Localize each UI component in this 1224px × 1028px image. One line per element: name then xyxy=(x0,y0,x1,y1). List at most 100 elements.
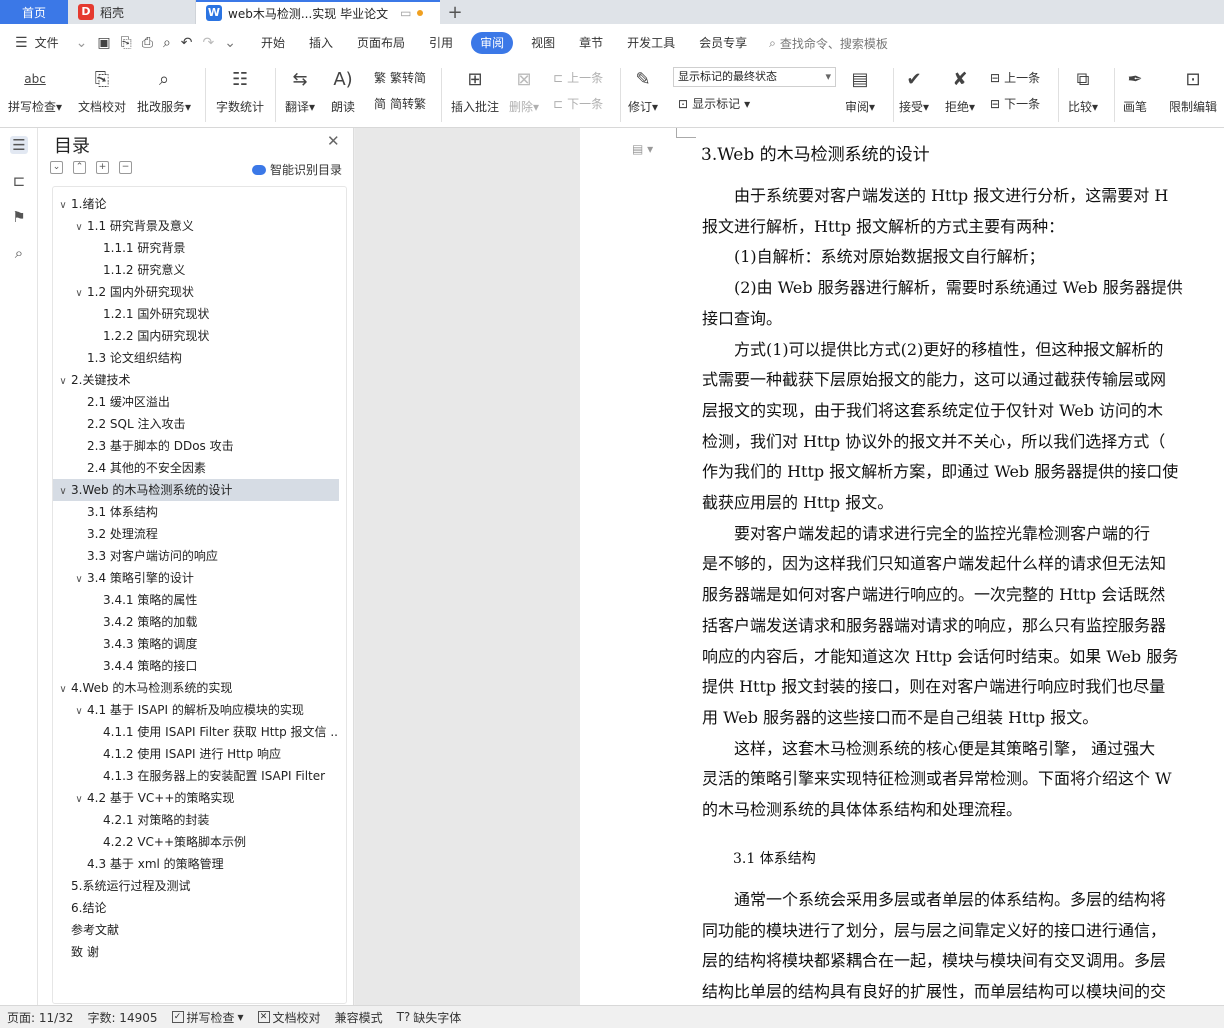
add-item-icon[interactable]: + xyxy=(96,161,109,174)
toc-item[interactable]: 3.4.4 策略的接口 xyxy=(53,655,339,677)
toc-item[interactable]: 2.2 SQL 注入攻击 xyxy=(53,413,339,435)
toc-item[interactable]: 4.1.2 使用 ISAPI 进行 Http 响应 xyxy=(53,743,339,765)
bookmark-icon[interactable]: ⚑ xyxy=(10,208,28,226)
monitor-icon[interactable]: ▭ xyxy=(400,6,411,20)
command-search[interactable]: ⌕ 查找命令、搜索模板 xyxy=(769,35,888,52)
redo-icon[interactable]: ↷ xyxy=(198,35,220,51)
toc-item[interactable]: ∨ 1.绪论 xyxy=(53,193,339,215)
word-count-indicator[interactable]: 字数: 14905 xyxy=(80,1009,164,1026)
toc-item[interactable]: ∨ 4.2 基于 VC++的策略实现 xyxy=(53,787,339,809)
toc-item[interactable]: 3.4.3 策略的调度 xyxy=(53,633,339,655)
expand-chevron-icon[interactable]: ∨ xyxy=(73,789,85,809)
toc-item[interactable]: 2.1 缓冲区溢出 xyxy=(53,391,339,413)
insert-comment-button[interactable]: ⊞ 插入批注 xyxy=(451,64,499,115)
next-change-button[interactable]: ⊟ 下一条 xyxy=(990,95,1040,112)
prev-comment-button[interactable]: ⊏ 上一条 xyxy=(553,69,603,86)
accept-button[interactable]: ✔ 接受▾ xyxy=(899,64,929,115)
reject-button[interactable]: ✘ 拒绝▾ xyxy=(945,64,975,115)
tab-home[interactable]: 首页 xyxy=(0,0,68,24)
remove-item-icon[interactable]: − xyxy=(119,161,132,174)
expand-chevron-icon[interactable]: ∨ xyxy=(57,371,69,391)
next-comment-button[interactable]: ⊏ 下一条 xyxy=(553,95,603,112)
expand-chevron-icon[interactable]: ∨ xyxy=(57,679,69,699)
menu-chapter[interactable]: 章节 xyxy=(567,32,615,54)
menu-view[interactable]: 视图 xyxy=(519,32,567,54)
hamburger-icon[interactable]: ☰ xyxy=(10,35,33,51)
toc-item[interactable]: 致 谢 xyxy=(53,941,339,963)
toc-item[interactable]: ∨ 1.1 研究背景及意义 xyxy=(53,215,339,237)
new-tab-plus-icon[interactable]: + xyxy=(440,0,470,24)
menu-start[interactable]: 开始 xyxy=(249,32,297,54)
menu-developer[interactable]: 开发工具 xyxy=(615,32,687,54)
menu-insert[interactable]: 插入 xyxy=(297,32,345,54)
toc-item[interactable]: 参考文献 xyxy=(53,919,339,941)
undo-icon[interactable]: ↶ xyxy=(176,35,198,51)
status-spellcheck[interactable]: ✓ 拼写检查 ▾ xyxy=(165,1009,251,1026)
expand-chevron-icon[interactable]: ∨ xyxy=(73,701,85,721)
toc-item[interactable]: ∨ 2.关键技术 xyxy=(53,369,339,391)
toc-item[interactable]: ∨ 4.1 基于 ISAPI 的解析及响应模块的实现 xyxy=(53,699,339,721)
chevron-down-icon[interactable]: ⌄ xyxy=(71,35,93,51)
toc-item[interactable]: 3.4.2 策略的加载 xyxy=(53,611,339,633)
toc-item[interactable]: 3.1 体系结构 xyxy=(53,501,339,523)
tab-daoke[interactable]: D 稻壳 xyxy=(68,0,196,24)
prev-change-button[interactable]: ⊟ 上一条 xyxy=(990,69,1040,86)
print-preview-icon[interactable]: ⌕ xyxy=(158,35,176,51)
print-icon[interactable]: ⎙ xyxy=(137,35,158,51)
expand-chevron-icon[interactable]: ∨ xyxy=(73,569,85,589)
more-chevron-icon[interactable]: ⌄ xyxy=(219,35,241,51)
close-icon[interactable]: ✕ xyxy=(327,132,340,150)
toc-item[interactable]: 1.2.1 国外研究现状 xyxy=(53,303,339,325)
smart-toc-button[interactable]: 智能识别目录 xyxy=(252,161,342,178)
expand-icon[interactable]: ⌃ xyxy=(73,161,86,174)
restrict-edit-button[interactable]: ⊡ 限制编辑 xyxy=(1169,64,1217,115)
toc-item[interactable]: 3.2 处理流程 xyxy=(53,523,339,545)
expand-chevron-icon[interactable]: ∨ xyxy=(73,217,85,237)
toc-item[interactable]: 4.2.2 VC++策略脚本示例 xyxy=(53,831,339,853)
toc-item[interactable]: 5.系统运行过程及测试 xyxy=(53,875,339,897)
paragraph-menu-icon[interactable]: ▤ ▾ xyxy=(632,142,653,156)
expand-chevron-icon[interactable]: ∨ xyxy=(57,481,69,501)
file-menu[interactable]: 文件 xyxy=(33,32,71,54)
missing-font[interactable]: T? 缺失字体 xyxy=(390,1009,469,1026)
search-icon[interactable]: ⌕ xyxy=(10,244,28,262)
toc-item[interactable]: 1.1.2 研究意义 xyxy=(53,259,339,281)
to-traditional-button[interactable]: 繁繁转简 xyxy=(374,69,426,86)
toc-item[interactable]: 1.1.1 研究背景 xyxy=(53,237,339,259)
save-icon[interactable]: ▣ xyxy=(92,35,115,51)
word-count-button[interactable]: ☷ 字数统计 xyxy=(216,64,264,115)
toc-nav-icon[interactable]: ☰ xyxy=(10,136,28,154)
to-simplified-button[interactable]: 简简转繁 xyxy=(374,95,426,112)
menu-member[interactable]: 会员专享 xyxy=(687,32,759,54)
page-indicator[interactable]: 页面: 11/32 xyxy=(0,1009,80,1026)
menu-review[interactable]: 审阅 xyxy=(471,32,514,54)
show-markup-button[interactable]: ⊡ 显示标记 ▾ xyxy=(678,95,750,112)
toc-item[interactable]: 6.结论 xyxy=(53,897,339,919)
markup-state-select[interactable]: 显示标记的最终状态 xyxy=(673,67,836,87)
toc-item[interactable]: 3.4.1 策略的属性 xyxy=(53,589,339,611)
annotate-service-button[interactable]: ⌕ 批改服务▾ xyxy=(137,64,191,115)
expand-chevron-icon[interactable]: ∨ xyxy=(57,195,69,215)
translate-button[interactable]: ⇆ 翻译▾ xyxy=(285,64,315,115)
review-pane-button[interactable]: ▤ 审阅▾ xyxy=(845,64,875,115)
expand-chevron-icon[interactable]: ∨ xyxy=(73,283,85,303)
spellcheck-button[interactable]: abc 拼写检查▾ xyxy=(8,64,62,115)
chapter-nav-icon[interactable]: ⊏ xyxy=(10,172,28,190)
toc-item[interactable]: ∨ 3.Web 的木马检测系统的设计 xyxy=(53,479,339,501)
toc-item[interactable]: 2.4 其他的不安全因素 xyxy=(53,457,339,479)
tab-document[interactable]: Wweb木马检测...实现 毕业论文 ▭ xyxy=(196,0,440,24)
toc-item[interactable]: 1.2.2 国内研究现状 xyxy=(53,325,339,347)
collapse-all-icon[interactable]: ⌄ xyxy=(50,161,63,174)
menu-reference[interactable]: 引用 xyxy=(417,32,465,54)
proofread-button[interactable]: ⎘ 文档校对 xyxy=(78,64,126,115)
read-aloud-button[interactable]: A) 朗读 xyxy=(331,64,355,115)
toc-item[interactable]: ∨ 1.2 国内外研究现状 xyxy=(53,281,339,303)
export-icon[interactable]: ⎘ xyxy=(116,35,137,51)
toc-item[interactable]: 4.3 基于 xml 的策略管理 xyxy=(53,853,339,875)
toc-item[interactable]: 2.3 基于脚本的 DDos 攻击 xyxy=(53,435,339,457)
compare-button[interactable]: ⧉ 比较▾ xyxy=(1068,64,1098,115)
toc-item[interactable]: ∨ 3.4 策略引擎的设计 xyxy=(53,567,339,589)
draw-button[interactable]: ✒ 画笔 xyxy=(1123,64,1147,115)
menu-page-layout[interactable]: 页面布局 xyxy=(345,32,417,54)
status-proofread[interactable]: ✕ 文档校对 xyxy=(251,1009,328,1026)
